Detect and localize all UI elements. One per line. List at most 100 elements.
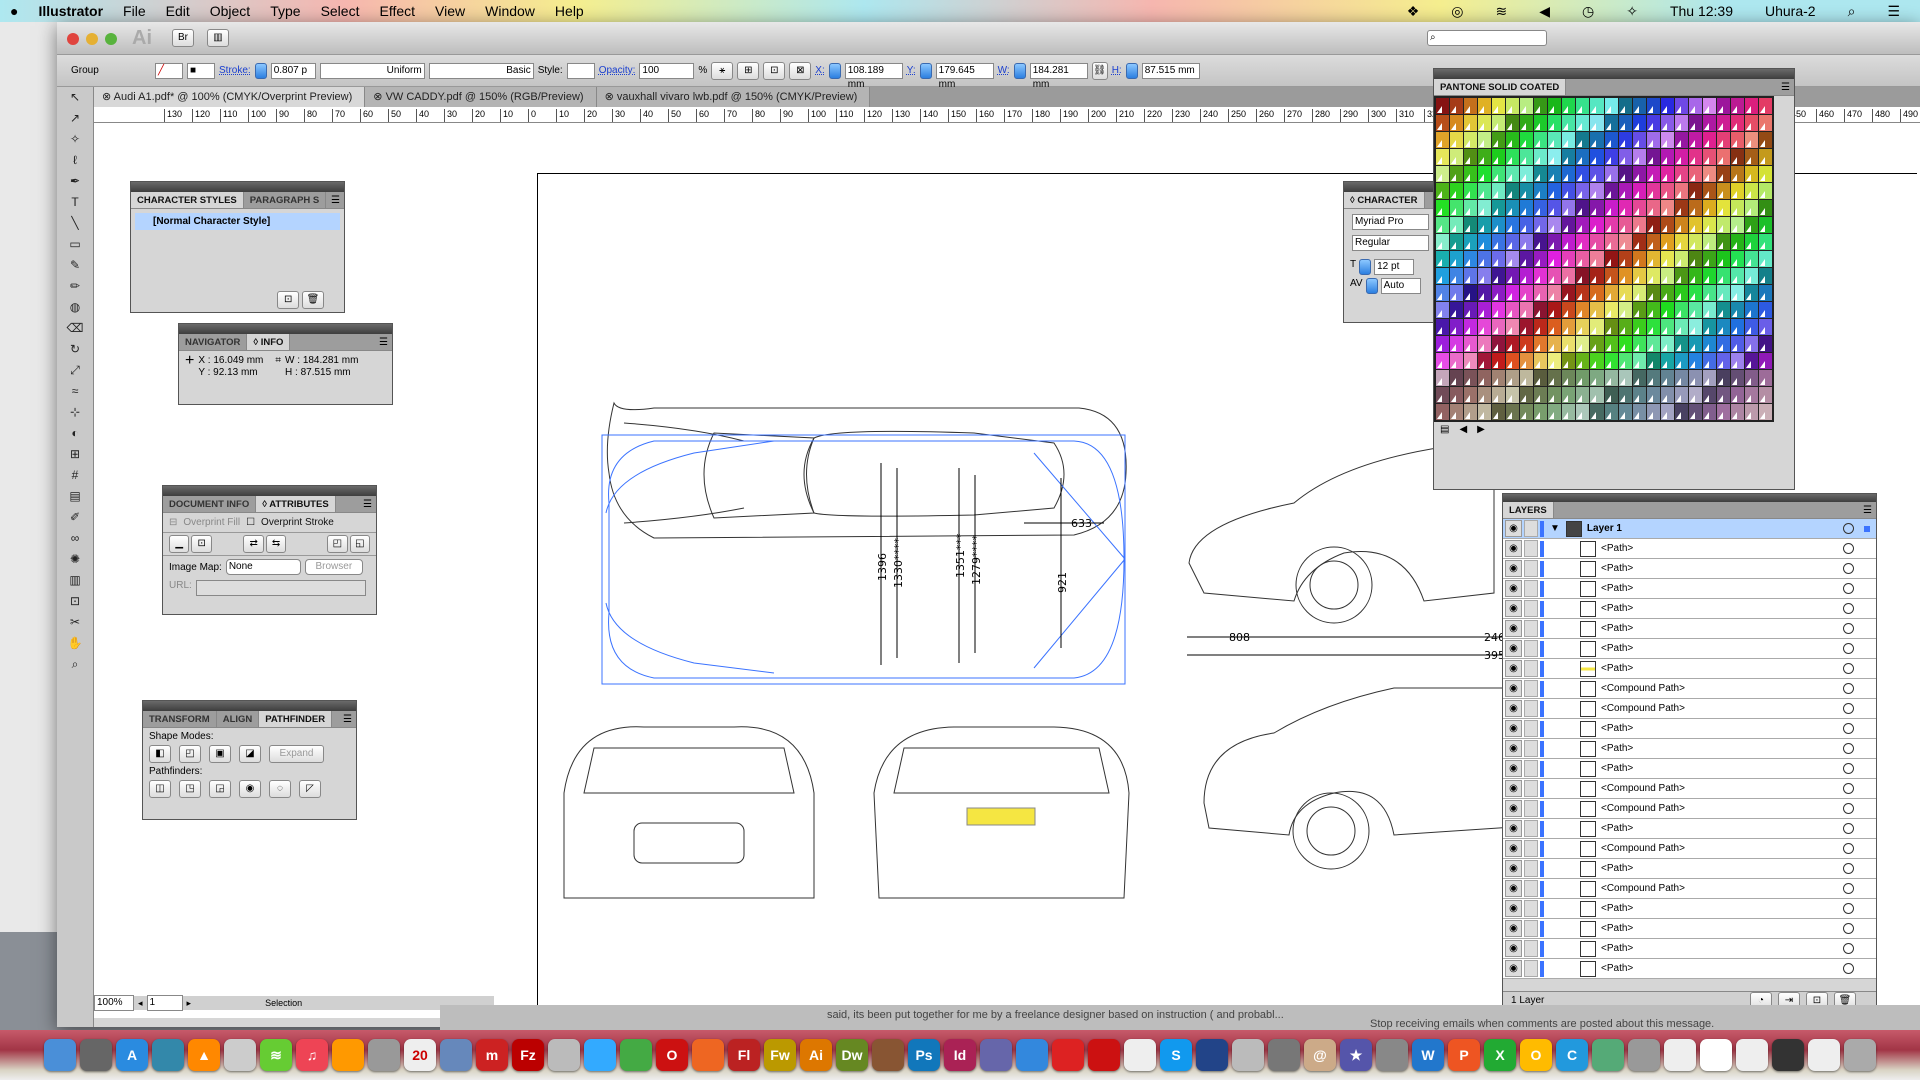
pantone-swatch[interactable]: [1632, 268, 1646, 284]
pantone-swatch[interactable]: [1758, 336, 1772, 352]
pantone-swatch[interactable]: [1716, 353, 1730, 369]
pantone-swatch[interactable]: [1716, 98, 1730, 114]
pantone-swatch[interactable]: [1534, 115, 1548, 131]
recolor-artwork-icon[interactable]: ⚹: [711, 61, 734, 80]
path-name[interactable]: <Path>: [1601, 903, 1633, 914]
expand-button[interactable]: Expand: [269, 745, 324, 763]
artboard-number-input[interactable]: 1: [146, 995, 183, 1011]
pantone-swatch[interactable]: [1520, 251, 1534, 267]
pantone-swatch[interactable]: [1660, 319, 1674, 335]
pantone-swatch[interactable]: [1604, 404, 1618, 420]
pantone-swatch[interactable]: [1534, 132, 1548, 148]
menu-select[interactable]: Select: [321, 3, 360, 19]
panel-header[interactable]: [143, 701, 356, 711]
path-name[interactable]: <Compound Path>: [1601, 883, 1685, 894]
pantone-swatch[interactable]: [1660, 115, 1674, 131]
visibility-eye-icon[interactable]: ◉: [1505, 560, 1522, 577]
calendar-icon[interactable]: 20: [404, 1039, 436, 1071]
pantone-swatch[interactable]: [1674, 183, 1688, 199]
pantone-swatch[interactable]: [1478, 98, 1492, 114]
pantone-swatch[interactable]: [1436, 98, 1450, 114]
pantone-swatch[interactable]: [1758, 302, 1772, 318]
lock-toggle[interactable]: [1524, 840, 1538, 857]
pantone-swatch[interactable]: [1604, 251, 1618, 267]
pantone-swatch[interactable]: [1674, 302, 1688, 318]
stroke-weight-input[interactable]: 0.807 p: [270, 62, 316, 79]
lock-toggle[interactable]: [1524, 740, 1538, 757]
pantone-swatch[interactable]: [1548, 319, 1562, 335]
layer-item-row[interactable]: ◉ <Path>: [1503, 859, 1876, 879]
pantone-swatch[interactable]: [1478, 166, 1492, 182]
lock-toggle[interactable]: [1524, 620, 1538, 637]
pantone-swatch[interactable]: [1632, 336, 1646, 352]
pantone-swatch[interactable]: [1716, 319, 1730, 335]
pantone-swatch[interactable]: [1660, 132, 1674, 148]
pantone-swatch[interactable]: [1660, 285, 1674, 301]
w-spinner[interactable]: [1013, 62, 1026, 79]
pantone-swatch[interactable]: [1576, 302, 1590, 318]
minus-front-icon[interactable]: ◰: [179, 745, 201, 763]
lock-toggle[interactable]: [1524, 860, 1538, 877]
pantone-swatch[interactable]: [1730, 166, 1744, 182]
pantone-swatch[interactable]: [1492, 234, 1506, 250]
overprint-fill-checkbox[interactable]: ⊟: [169, 517, 177, 528]
layer-item-row[interactable]: ◉ <Compound Path>: [1503, 779, 1876, 799]
pantone-swatch[interactable]: [1436, 387, 1450, 403]
pantone-swatch[interactable]: [1646, 149, 1660, 165]
pantone-swatch[interactable]: [1730, 268, 1744, 284]
pantone-swatch[interactable]: [1562, 217, 1576, 233]
panel-header[interactable]: [1503, 494, 1876, 502]
pantone-swatch[interactable]: [1618, 302, 1632, 318]
lock-toggle[interactable]: [1524, 720, 1538, 737]
lock-toggle[interactable]: [1524, 520, 1538, 537]
tab-attributes[interactable]: ◊ ATTRIBUTES: [256, 496, 336, 512]
pantone-swatch[interactable]: [1548, 98, 1562, 114]
pantone-swatch[interactable]: [1702, 251, 1716, 267]
zoom-level-input[interactable]: 100%: [94, 995, 134, 1011]
path-name[interactable]: <Path>: [1601, 563, 1633, 574]
pantone-swatch[interactable]: [1604, 149, 1618, 165]
pantone-swatch[interactable]: [1618, 217, 1632, 233]
lock-toggle[interactable]: [1524, 820, 1538, 837]
pantone-swatch[interactable]: [1590, 200, 1604, 216]
pantone-swatch[interactable]: [1506, 132, 1520, 148]
y-input[interactable]: 179.645 mm: [935, 62, 994, 90]
layer-item-row[interactable]: ◉ <Path>: [1503, 639, 1876, 659]
pantone-swatch[interactable]: [1534, 149, 1548, 165]
pantone-swatch[interactable]: [1436, 217, 1450, 233]
pantone-swatch[interactable]: [1730, 98, 1744, 114]
pantone-swatch[interactable]: [1646, 115, 1660, 131]
dropbox-icon[interactable]: ❖: [1407, 3, 1420, 20]
pantone-swatch[interactable]: [1576, 285, 1590, 301]
pantone-swatch[interactable]: [1548, 268, 1562, 284]
pantone-swatch[interactable]: [1548, 251, 1562, 267]
pantone-swatch[interactable]: [1730, 387, 1744, 403]
pantone-swatch[interactable]: [1744, 353, 1758, 369]
pantone-swatch[interactable]: [1506, 387, 1520, 403]
camera-icon[interactable]: [1268, 1039, 1300, 1071]
contacts-icon[interactable]: @: [1304, 1039, 1336, 1071]
pantone-swatch[interactable]: [1758, 319, 1772, 335]
pantone-swatch[interactable]: [1688, 166, 1702, 182]
pantone-swatch[interactable]: [1492, 336, 1506, 352]
lock-toggle[interactable]: [1524, 600, 1538, 617]
pantone-swatch[interactable]: [1520, 336, 1534, 352]
pantone-swatch[interactable]: [1604, 166, 1618, 182]
variable-width-profile[interactable]: Uniform: [319, 62, 425, 79]
pantone-swatch[interactable]: [1478, 234, 1492, 250]
pantone-swatch[interactable]: [1688, 149, 1702, 165]
pantone-swatch[interactable]: [1646, 353, 1660, 369]
pantone-swatch[interactable]: [1450, 115, 1464, 131]
pantone-swatch[interactable]: [1730, 285, 1744, 301]
pantone-swatch[interactable]: [1492, 268, 1506, 284]
pantone-swatch[interactable]: [1604, 217, 1618, 233]
pantone-swatch[interactable]: [1464, 319, 1478, 335]
pantone-swatch[interactable]: [1590, 336, 1604, 352]
menu-file[interactable]: File: [123, 3, 146, 19]
pantone-swatch[interactable]: [1646, 336, 1660, 352]
free-transform-tool-icon[interactable]: ⊹: [64, 405, 86, 423]
panel-menu-icon[interactable]: ☰: [1863, 502, 1876, 518]
pantone-swatch[interactable]: [1646, 132, 1660, 148]
pantone-swatch[interactable]: [1478, 302, 1492, 318]
finder-icon[interactable]: [44, 1039, 76, 1071]
